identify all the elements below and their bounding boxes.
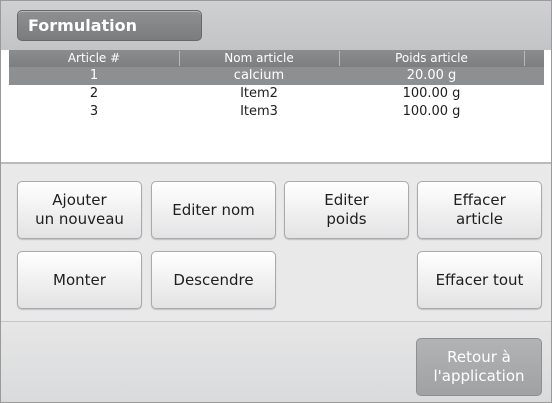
row-article-number: 3 [89,104,99,119]
edit-name-button[interactable]: Editer nom [151,181,276,239]
table-header: Article # Nom article Poids article [9,50,544,67]
table-row[interactable]: 3 Item3 100.00 g [9,103,544,121]
formulation-screen: Formulation Article # Nom article Poids … [0,0,552,403]
header-bar: Formulation [1,1,551,50]
column-header-article-number: Article # [67,51,121,65]
delete-item-button[interactable]: Effacer article [417,181,542,239]
row-article-weight: 100.00 g [402,104,461,119]
delete-all-button[interactable]: Effacer tout [417,251,542,309]
table-row[interactable]: 1 calcium 20.00 g [9,67,544,85]
column-divider [524,51,525,66]
row-article-weight: 20.00 g [406,68,457,83]
add-new-button[interactable]: Ajouter un nouveau [17,181,142,239]
article-table: Article # Nom article Poids article 1 ca… [9,50,544,163]
edit-weight-button[interactable]: Editer poids [284,181,409,239]
row-article-number: 2 [89,86,99,101]
return-to-application-button[interactable]: Retour à l'application [416,338,542,396]
row-article-number: 1 [89,68,99,83]
row-article-name: Item3 [240,104,278,119]
table-row[interactable]: 2 Item2 100.00 g [9,85,544,103]
move-up-button[interactable]: Monter [17,251,142,309]
column-header-article-name: Nom article [224,51,294,65]
footer-bar: Retour à l'application [1,321,551,402]
row-article-name: calcium [233,68,285,83]
action-panel: Ajouter un nouveau Editer nom Editer poi… [1,164,551,321]
move-down-button[interactable]: Descendre [151,251,276,309]
row-article-weight: 100.00 g [402,86,461,101]
row-article-name: Item2 [240,86,278,101]
screen-title: Formulation [17,10,202,41]
column-header-article-weight: Poids article [395,51,468,65]
